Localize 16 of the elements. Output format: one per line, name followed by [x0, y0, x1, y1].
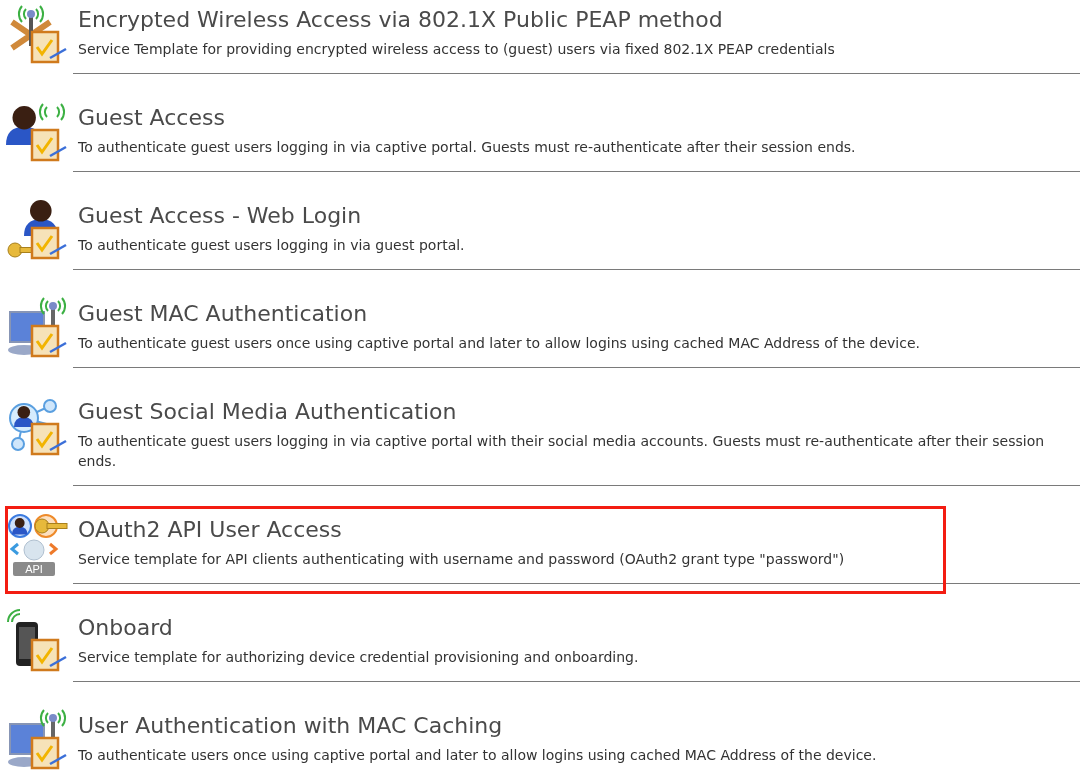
template-title[interactable]: Guest Access - Web Login [78, 202, 1060, 230]
template-title[interactable]: Encrypted Wireless Access via 802.1X Public PEAP method [78, 6, 1060, 34]
template-title[interactable]: Onboard [78, 614, 1060, 642]
template-title[interactable]: Guest Access [78, 104, 1060, 132]
template-title[interactable]: OAuth2 API User Access [78, 516, 1060, 544]
template-title[interactable]: Guest Social Media Authentication [78, 398, 1060, 426]
template-description: Service template for API clients authenticating with username and password (OAuth2 grant type "password") [78, 550, 846, 569]
template-title[interactable]: User Authentication with MAC Caching [78, 712, 1060, 740]
template-description: To authenticate guest users once using captive portal and later to allow logins using cached MAC Address of the device. [78, 334, 921, 353]
template-description: To authenticate guest users logging in via captive portal with their social media accounts. Guests must re-authenticate after their session ends. [78, 432, 1046, 471]
template-description: Service Template for providing encrypted wireless access to (guest) users via fixed 802.1X PEAP credentials [78, 40, 836, 59]
template-description: To authenticate guest users logging in via guest portal. [78, 236, 466, 255]
template-title[interactable]: Guest MAC Authentication [78, 300, 1060, 328]
template-description: Service template for authorizing device credential provisioning and onboarding. [78, 648, 640, 667]
template-description: To authenticate users once using captive portal and later to allow logins using cached MAC Address of the device. [78, 746, 878, 765]
template-description: To authenticate guest users logging in via captive portal. Guests must re-authenticate after their session ends. [78, 138, 857, 157]
